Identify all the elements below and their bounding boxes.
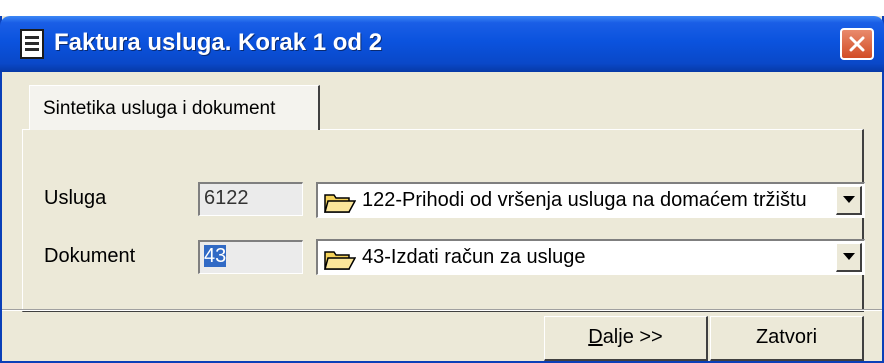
folder-open-icon [324,251,356,270]
tab-label: Sintetika usluga i dokument [43,98,276,119]
next-button[interactable]: Dalje >> [544,316,708,361]
title-bar[interactable]: Faktura usluga. Korak 1 od 2 [0,16,884,72]
next-mnemonic: D [588,326,603,348]
next-label: alje >> [602,326,663,348]
dokument-code-field[interactable]: 43 [198,240,303,274]
usluga-selected-text: 122-Prihodi od vršenja usluga na domaćem… [362,189,807,211]
footer-separator [2,309,882,311]
dokument-code-value: 43 [204,245,227,267]
window-title: Faktura usluga. Korak 1 od 2 [54,29,383,56]
usluga-dropdown-button[interactable] [836,186,862,215]
dokument-label: Dokument [44,245,136,267]
dialog-window: Faktura usluga. Korak 1 od 2 Sintetika u… [0,16,884,363]
chevron-down-icon [843,253,855,260]
close-button[interactable] [840,28,874,60]
usluga-code-value: 6122 [204,187,249,209]
usluga-code-field[interactable]: 6122 [198,182,303,216]
dokument-dropdown-button[interactable] [836,243,862,272]
usluga-combobox[interactable]: 122-Prihodi od vršenja usluga na domaćem… [316,182,865,218]
ledger-icon [20,29,44,59]
chevron-down-icon [843,196,855,203]
close-dialog-label: Zatvori [755,326,818,348]
dokument-combobox[interactable]: 43-Izdati račun za usluge [316,239,865,275]
close-icon [849,36,865,52]
tab-panel: Usluga 6122 122-Prihodi od vršenja uslug… [22,129,865,312]
tab-sintetika[interactable]: Sintetika usluga i dokument [29,85,320,130]
usluga-label: Usluga [44,187,107,209]
folder-open-icon [324,194,356,213]
close-dialog-button[interactable]: Zatvori [710,316,864,361]
dokument-selected-text: 43-Izdati račun za usluge [362,246,586,268]
